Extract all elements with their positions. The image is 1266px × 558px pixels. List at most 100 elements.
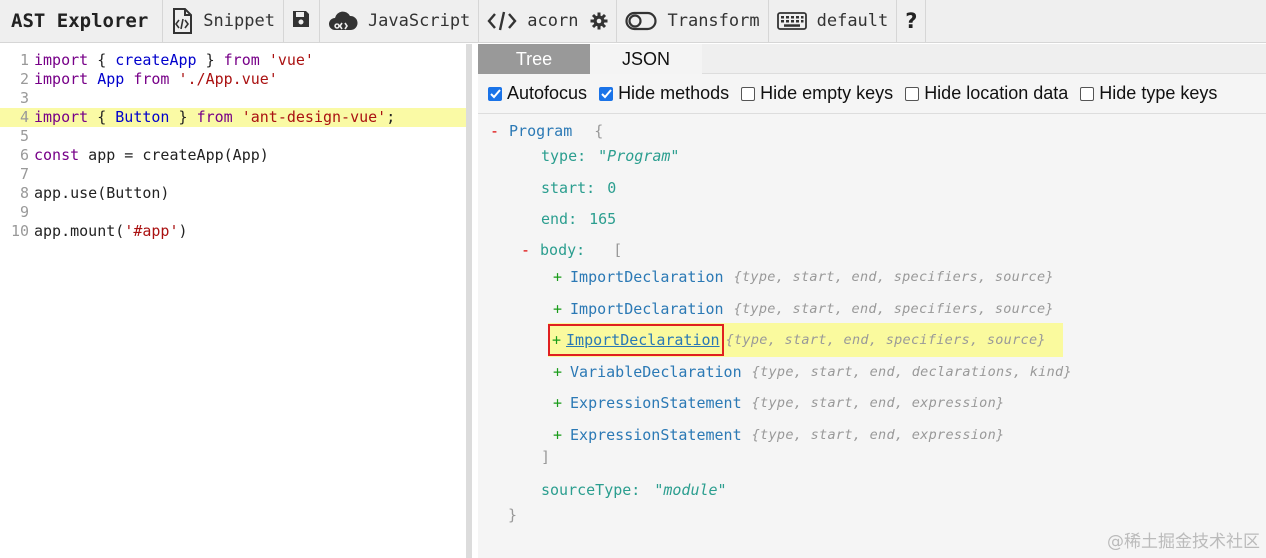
transform-menu[interactable]: Transform [617, 0, 769, 42]
code-token: from [133, 70, 170, 88]
close-brace-row: } [508, 504, 517, 526]
expand-toggle[interactable]: + [553, 394, 562, 412]
property-type: type: "Program" [541, 145, 679, 167]
autofocus-checkbox[interactable] [488, 86, 502, 101]
code-line[interactable]: 10 app.mount('#app') [0, 222, 466, 241]
option-autofocus[interactable]: Autofocus [488, 83, 587, 104]
code-line[interactable]: 1 import { createApp } from 'vue' [0, 51, 466, 70]
code-editor[interactable]: 1 import { createApp } from 'vue' 2 import … [0, 44, 472, 558]
keymap-menu[interactable]: default [769, 0, 898, 42]
node-summary: {type, start, end, declarations, kind} [751, 364, 1072, 380]
node-type-name[interactable]: ExpressionStatement [570, 426, 742, 444]
gear-icon[interactable] [590, 12, 608, 30]
tab-json[interactable]: JSON [590, 44, 702, 74]
autofocus-label: Autofocus [507, 83, 588, 103]
view-tabs: Tree JSON [478, 44, 1266, 74]
property-key: sourceType: [541, 481, 641, 499]
watermark: @稀土掘金技术社区 [1107, 532, 1260, 552]
tree-node-body-item[interactable]: + ImportDeclaration {type, start, end, spe… [553, 266, 1054, 288]
tree-node-body-item[interactable]: + ExpressionStatement {type, start, end, e… [553, 424, 1004, 446]
parser-menu[interactable]: acorn [479, 0, 618, 42]
collapse-toggle[interactable]: - [490, 122, 499, 140]
tree-node-program[interactable]: - Program { [490, 120, 603, 142]
code-line[interactable]: 8 app.use(Button) [0, 184, 466, 203]
code-text: app.mount('#app') [34, 222, 188, 241]
hide-empty-keys-label: Hide empty keys [760, 83, 894, 103]
property-value: "module" [654, 481, 727, 499]
code-text: app.use(Button) [34, 184, 169, 203]
property-key: body: [540, 241, 586, 259]
property-value: "Program" [598, 147, 680, 165]
property-sourcetype: sourceType: "module" [541, 479, 727, 501]
hide-empty-keys-checkbox[interactable] [741, 86, 756, 101]
tab-tree[interactable]: Tree [478, 44, 590, 74]
code-token: ) [178, 222, 188, 240]
line-number: 4 [19, 108, 29, 126]
toggle-icon [625, 11, 658, 31]
code-line[interactable]: 4 import { Button } from 'ant-design-vue'… [0, 108, 466, 127]
code-line[interactable]: 2 import App from './App.vue' [0, 70, 466, 89]
option-hide-location-data[interactable]: Hide location data [905, 83, 1068, 104]
line-number: 2 [19, 70, 29, 88]
code-text: import { createApp } from 'vue' [34, 51, 314, 70]
app-title: AST Explorer [0, 0, 164, 42]
expand-toggle[interactable]: + [553, 268, 562, 286]
code-line[interactable]: 3 [0, 89, 466, 108]
code-token: createApp [115, 51, 197, 69]
line-number: 7 [19, 165, 29, 183]
save-button[interactable] [283, 0, 320, 42]
expand-toggle[interactable]: + [553, 363, 562, 381]
line-number: 6 [19, 146, 29, 164]
property-key: start: [541, 179, 596, 197]
hide-type-keys-checkbox[interactable] [1080, 86, 1095, 101]
snippet-label: Snippet [203, 11, 275, 31]
code-text: const app = createApp(App) [34, 146, 269, 165]
node-type-name[interactable]: ExpressionStatement [570, 394, 742, 412]
line-number: 8 [19, 184, 29, 202]
property-key: type: [541, 147, 587, 165]
ast-panel: Tree JSON Autofocus Hide methods Hide em… [478, 44, 1266, 558]
code-line[interactable]: 5 [0, 127, 466, 146]
snippet-menu[interactable]: Snippet [163, 0, 284, 42]
node-type-name[interactable]: ImportDeclaration [570, 300, 724, 318]
option-hide-methods[interactable]: Hide methods [599, 83, 729, 104]
hide-methods-checkbox[interactable] [599, 86, 614, 101]
tree-node-body-item[interactable]: + ExpressionStatement {type, start, end, e… [553, 392, 1004, 414]
node-type-name[interactable]: VariableDeclaration [570, 363, 742, 381]
option-hide-type-keys[interactable]: Hide type keys [1080, 83, 1217, 104]
node-type-name[interactable]: Program [509, 122, 572, 140]
expand-toggle[interactable]: + [552, 331, 561, 349]
option-hide-empty-keys[interactable]: Hide empty keys [741, 83, 893, 104]
code-line[interactable]: 7 [0, 165, 466, 184]
node-type-name[interactable]: ImportDeclaration [566, 331, 720, 349]
tree-node-body-item[interactable]: + ImportDeclaration {type, start, end, spe… [553, 298, 1054, 320]
parser-label: acorn [527, 11, 579, 31]
help-button[interactable]: ? [897, 0, 927, 42]
code-brackets-icon [487, 10, 517, 32]
code-token: from [223, 51, 260, 69]
code-line[interactable]: 6 const app = createApp(App) [0, 146, 466, 165]
tree-node-body-item[interactable]: + VariableDeclaration {type, start, end, d… [553, 361, 1072, 383]
hide-methods-label: Hide methods [618, 83, 730, 103]
code-line[interactable]: 9 [0, 203, 466, 222]
code-token: } [196, 51, 224, 69]
hide-location-data-checkbox[interactable] [905, 86, 920, 101]
expand-toggle[interactable]: + [553, 426, 562, 444]
language-menu[interactable]: JavaScript [320, 0, 480, 42]
close-bracket-row: ] [541, 446, 550, 468]
selected-node-outline: + ImportDeclaration [548, 324, 724, 356]
node-type-name[interactable]: ImportDeclaration [570, 268, 724, 286]
tree-options: Autofocus Hide methods Hide empty keys H… [478, 74, 1266, 114]
code-text: import { Button } from 'ant-design-vue'; [34, 108, 395, 127]
open-bracket: [ [613, 241, 623, 259]
tree-node-body-item[interactable]: + ImportDeclaration {type, start, end, spe… [548, 323, 1063, 357]
line-number: 9 [19, 203, 29, 221]
expand-toggle[interactable]: + [553, 300, 562, 318]
property-body[interactable]: - body: [ [521, 239, 622, 261]
code-token: import [34, 108, 89, 126]
property-key: end: [541, 210, 578, 228]
collapse-toggle[interactable]: - [521, 241, 530, 259]
